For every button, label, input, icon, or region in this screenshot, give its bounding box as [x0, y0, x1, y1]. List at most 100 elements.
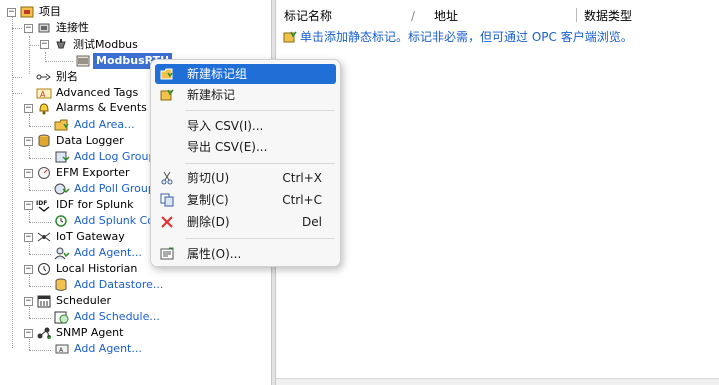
tree-item-alarms[interactable]: Alarms & Events — [36, 100, 149, 116]
tree-connector — [29, 114, 30, 126]
menu-item-delete[interactable]: 删除(D) Del — [155, 212, 336, 232]
menu-label: 剪切(U) — [187, 171, 230, 185]
menu-label: 新建标记 — [187, 88, 236, 102]
tag-list-pane[interactable]: 标记名称 / 地址 数据类型 单击添加静态标记。标记非必需，但可通过 OPC 客… — [276, 0, 719, 385]
tree-item-iot-gateway[interactable]: IoT Gateway — [36, 229, 127, 245]
calendar-icon — [36, 293, 52, 309]
tree-connector — [12, 28, 22, 29]
tree-connector — [29, 36, 30, 74]
poll-group-icon — [54, 181, 70, 197]
menu-item-new-tag[interactable]: 新建标记 — [155, 85, 336, 105]
expander-channel[interactable]: − — [40, 40, 49, 49]
menu-label: 导入 CSV(I)... — [187, 119, 264, 133]
expander-snmp[interactable]: − — [24, 329, 33, 338]
tree-item-connectivity[interactable]: 连接性 — [36, 20, 91, 36]
iot-gateway-icon — [36, 229, 52, 245]
add-tag-icon — [282, 29, 298, 45]
tree-item-add-snmp-agent[interactable]: A Add Agent... — [54, 341, 144, 357]
alias-icon — [36, 69, 52, 85]
project-icon — [19, 4, 35, 20]
expander-scheduler[interactable]: − — [24, 297, 33, 306]
tree-item-scheduler[interactable]: Scheduler — [36, 293, 113, 309]
tree-connector — [29, 339, 30, 350]
tree-connector — [29, 179, 30, 190]
expander-efm[interactable]: − — [24, 169, 33, 178]
tree-item-add-splunk-connection[interactable]: Add Splunk Co — [54, 213, 156, 229]
tree-item-efm-exporter[interactable]: EFM Exporter — [36, 165, 132, 181]
expander-historian[interactable]: − — [24, 265, 33, 274]
tree-label: Add Splunk Co — [74, 214, 155, 227]
column-divider[interactable] — [576, 8, 577, 22]
alarm-bell-icon — [36, 100, 52, 116]
column-header-tag-name[interactable]: 标记名称 — [284, 6, 332, 26]
expander-root[interactable]: − — [7, 8, 16, 17]
database-icon — [36, 133, 52, 149]
channel-icon — [53, 37, 69, 53]
horizontal-scrollbar[interactable] — [276, 378, 719, 385]
tree-item-add-log-group[interactable]: Add Log Group — [54, 149, 157, 165]
folder-add-icon — [54, 117, 70, 133]
menu-label: 删除(D) — [187, 215, 230, 229]
expander-connectivity[interactable]: − — [24, 24, 33, 33]
tree-label: Add Agent... — [74, 342, 142, 355]
tree-label: Advanced Tags — [56, 86, 139, 99]
tree-item-add-schedule[interactable]: Add Schedule... — [54, 309, 162, 325]
datastore-add-icon — [54, 277, 70, 293]
tree-label: Alarms & Events — [56, 101, 147, 114]
menu-item-properties[interactable]: 属性(O)... — [155, 244, 336, 264]
tree-item-add-area[interactable]: Add Area... — [54, 117, 137, 133]
tree-item-project[interactable]: 项目 — [19, 4, 63, 20]
menu-item-import-csv[interactable]: 导入 CSV(I)... — [155, 116, 336, 136]
tree-item-add-poll-group[interactable]: Add Poll Group — [54, 181, 157, 197]
column-header-address[interactable]: 地址 — [434, 6, 458, 26]
tree-item-snmp-agent[interactable]: SNMP Agent — [36, 325, 125, 341]
svg-text:A: A — [40, 90, 46, 99]
tree-connector — [29, 254, 51, 255]
tree-item-advanced-tags[interactable]: A Advanced Tags — [36, 85, 140, 101]
tree-label: SNMP Agent — [56, 326, 124, 339]
tree-label: Add Area... — [74, 118, 135, 131]
context-menu[interactable]: 新建标记组 新建标记 导入 CSV(I)... 导出 CSV(E)... 剪切(… — [150, 59, 341, 267]
tree-label: Add Schedule... — [74, 310, 160, 323]
tree-label: Scheduler — [56, 294, 112, 307]
expander-data-logger[interactable]: − — [24, 137, 33, 146]
clock-icon — [36, 261, 52, 277]
tree-label: Add Agent... — [74, 246, 142, 259]
menu-item-export-csv[interactable]: 导出 CSV(E)... — [155, 137, 336, 157]
delete-icon — [159, 214, 175, 230]
tree-item-channel[interactable]: 测试Modbus — [53, 37, 140, 53]
new-tag-group-icon — [159, 66, 175, 82]
expander-iot[interactable]: − — [24, 233, 33, 242]
tree-label: Data Logger — [56, 134, 124, 147]
tree-label: EFM Exporter — [56, 166, 130, 179]
tree-item-idf-splunk[interactable]: IDF IDF for Splunk — [36, 197, 136, 213]
tree-label: Add Datastore... — [74, 278, 164, 291]
svg-text:IDF: IDF — [36, 200, 47, 207]
tree-connector — [29, 190, 51, 191]
tree-item-add-datastore[interactable]: Add Datastore... — [54, 277, 165, 293]
expander-alarms[interactable]: − — [24, 104, 33, 113]
snmp-agent-icon — [36, 325, 52, 341]
tree-item-alias[interactable]: 别名 — [36, 69, 80, 85]
tree-connector — [29, 45, 39, 46]
menu-item-cut[interactable]: 剪切(U) Ctrl+X — [155, 168, 336, 188]
tree-item-add-iot-agent[interactable]: Add Agent... — [54, 245, 144, 261]
tree-item-data-logger[interactable]: Data Logger — [36, 133, 126, 149]
tree-connector — [29, 275, 30, 286]
schedule-add-icon — [54, 309, 70, 325]
tree-connector — [12, 17, 13, 348]
tree-connector — [29, 243, 30, 254]
tree-label: 测试Modbus — [73, 38, 138, 51]
snmp-add-icon: A — [54, 341, 70, 357]
menu-item-new-tag-group[interactable]: 新建标记组 — [155, 64, 336, 84]
tree-item-local-historian[interactable]: Local Historian — [36, 261, 139, 277]
add-static-tag-hint[interactable]: 单击添加静态标记。标记非必需，但可通过 OPC 客户端浏览。 — [282, 28, 633, 46]
tree-connector — [29, 350, 51, 351]
expander-idf[interactable]: − — [24, 201, 33, 210]
tree-connector — [29, 318, 51, 319]
tree-connector — [29, 211, 30, 222]
menu-shortcut: Del — [302, 215, 322, 229]
tree-connector — [12, 93, 22, 94]
column-header-data-type[interactable]: 数据类型 — [584, 6, 632, 26]
menu-item-copy[interactable]: 复制(C) Ctrl+C — [155, 190, 336, 210]
